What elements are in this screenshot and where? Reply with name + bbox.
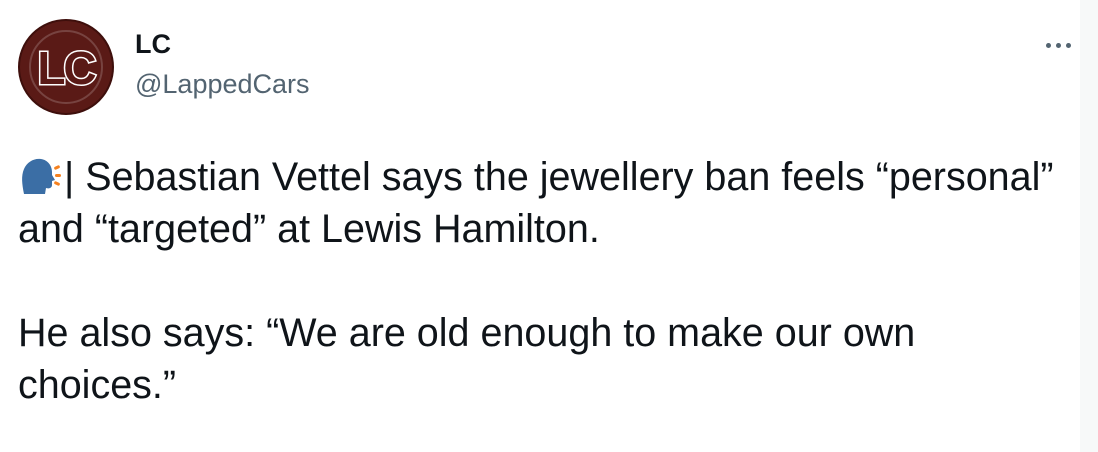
- tweet-paragraph-1: | Sebastian Vettel says the jewellery ba…: [18, 151, 1068, 255]
- display-name[interactable]: LC: [135, 28, 171, 60]
- speaking-head-icon: [22, 158, 61, 194]
- avatar-logo-text: LC: [36, 41, 98, 96]
- tweet-body: | Sebastian Vettel says the jewellery ba…: [18, 151, 1068, 411]
- tweet-card: LC LC @LappedCars | Sebastian Vettel say…: [0, 0, 1080, 452]
- avatar[interactable]: LC: [18, 19, 114, 115]
- more-icon-dot: [1055, 42, 1061, 48]
- user-handle[interactable]: @LappedCars: [135, 68, 310, 100]
- more-icon-dot: [1065, 42, 1071, 48]
- tweet-text-line-1: | Sebastian Vettel says the jewellery ba…: [18, 155, 1054, 251]
- more-icon: [1045, 42, 1051, 48]
- more-options-button[interactable]: [1040, 30, 1076, 60]
- scroll-gutter: [1080, 0, 1098, 452]
- tweet-paragraph-2: He also says: “We are old enough to make…: [18, 311, 916, 407]
